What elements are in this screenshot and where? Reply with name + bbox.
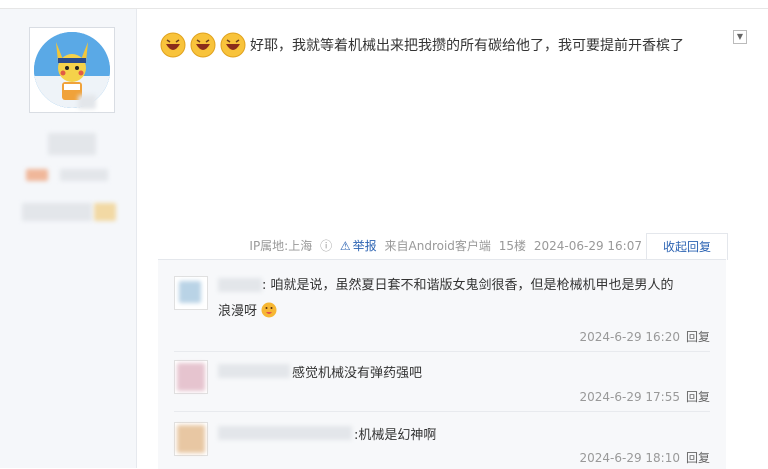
help-circle-icon[interactable]: ⓘ xyxy=(320,239,332,253)
redacted-username xyxy=(48,133,96,155)
list-item: : 咱就是说，虽然夏日套不和谐版女鬼剑很香，但是枪械机甲也是男人的 浪漫呀 xyxy=(174,274,710,334)
reply-text: 感觉机械没有弹药强吧 xyxy=(292,366,423,381)
reply-meta: 2024-6-29 17:55 回复 xyxy=(579,388,710,405)
post-content: 好耶，我就等着机械出来把我攒的所有碳给他了，我可要提前开香槟了 xyxy=(160,32,684,58)
tongue-emoji-icon xyxy=(261,302,277,318)
reply-text-cont: 浪漫呀 xyxy=(218,300,277,324)
ip-location: IP属地:上海 xyxy=(249,239,313,253)
post-menu-chevron-icon[interactable]: ▼ xyxy=(733,30,747,44)
reply-meta: 2024-6-29 18:10 回复 xyxy=(579,449,710,466)
user-sidebar xyxy=(0,9,137,468)
report-link[interactable]: 举报 xyxy=(353,239,377,253)
post-text: 好耶，我就等着机械出来把我攒的所有碳给他了，我可要提前开香槟了 xyxy=(250,38,684,54)
reply-meta: 2024-6-29 16:20 回复 xyxy=(579,328,710,345)
avatar-image xyxy=(34,32,110,108)
redacted-level-name xyxy=(60,169,108,181)
reply-button[interactable]: 回复 xyxy=(686,330,710,344)
post-time: 2024-06-29 16:07 xyxy=(533,239,642,253)
laughing-emoji-icon xyxy=(190,32,216,58)
redacted-username xyxy=(218,278,262,292)
collapse-replies-button[interactable]: 收起回复 xyxy=(646,233,728,260)
reply-list: : 咱就是说，虽然夏日套不和谐版女鬼剑很香，但是枪械机甲也是男人的 浪漫呀 20… xyxy=(158,259,726,469)
post-source: 来自Android客户端 xyxy=(384,239,491,253)
divider xyxy=(174,411,710,412)
divider xyxy=(174,351,710,352)
reply-text: : 咱就是说，虽然夏日套不和谐版女鬼剑很香，但是枪械机甲也是男人的 xyxy=(262,278,674,293)
floor-number: 15楼 xyxy=(498,239,527,253)
reply-time: 2024-6-29 17:55 xyxy=(579,390,680,404)
post-meta: IP属地:上海 ⓘ ⚠ 举报 来自Android客户端 15楼 2024-06-2… xyxy=(245,237,642,254)
redacted-honor-icon xyxy=(94,203,116,221)
redacted-username xyxy=(218,364,290,378)
avatar[interactable] xyxy=(174,360,208,394)
reply-time: 2024-6-29 16:20 xyxy=(579,330,680,344)
reply-button[interactable]: 回复 xyxy=(686,390,710,404)
avatar[interactable] xyxy=(174,422,208,456)
warning-icon[interactable]: ⚠ xyxy=(340,239,351,253)
laughing-emoji-icon xyxy=(160,32,186,58)
redacted-username xyxy=(218,426,352,440)
redacted-honor xyxy=(22,203,92,221)
reply-text: :机械是幻神啊 xyxy=(354,428,437,443)
reply-button[interactable]: 回复 xyxy=(686,451,710,465)
avatar[interactable] xyxy=(174,276,208,310)
redacted-badge xyxy=(78,95,96,109)
laughing-emoji-icon xyxy=(220,32,246,58)
user-avatar[interactable] xyxy=(29,27,115,113)
reply-time: 2024-6-29 18:10 xyxy=(579,451,680,465)
redacted-level-badge xyxy=(26,169,48,181)
